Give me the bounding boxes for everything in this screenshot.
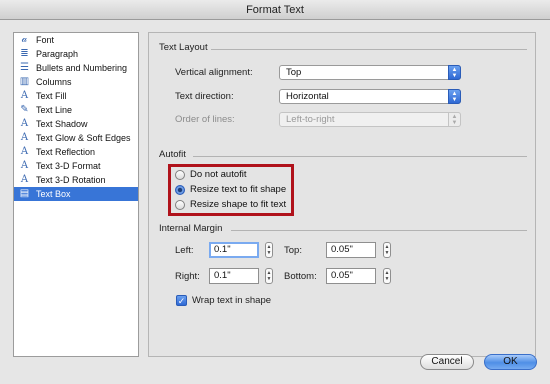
order-of-lines-value: Left-to-right xyxy=(286,114,335,125)
radio-label: Resize text to fit shape xyxy=(190,184,287,195)
divider xyxy=(193,156,527,157)
sidebar-item-label: Text 3-D Rotation xyxy=(36,175,106,185)
font-icon: 𝒶 xyxy=(21,34,28,45)
bullets-icon: ☰ xyxy=(20,62,29,73)
right-margin-input[interactable]: 0.1" xyxy=(209,268,259,284)
sidebar-item-label: Text Glow & Soft Edges xyxy=(36,133,131,143)
sidebar-item-label: Text Shadow xyxy=(36,119,88,129)
text-box-icon: ▤ xyxy=(19,188,30,199)
sidebar-item-bullets-and-numbering[interactable]: ☰ Bullets and Numbering xyxy=(14,61,138,75)
autofit-title: Autofit xyxy=(159,149,186,160)
sidebar-item-text-line[interactable]: ✎ Text Line xyxy=(14,103,138,117)
text-box-panel: Text Layout Vertical alignment: Top ▲ ▼ T… xyxy=(148,32,536,357)
left-margin-label: Left: xyxy=(175,245,194,256)
sidebar-item-label: Bullets and Numbering xyxy=(36,63,128,73)
autofit-option-resize-shape[interactable]: Resize shape to fit text xyxy=(175,198,290,212)
top-margin-stepper[interactable]: ▲ ▼ xyxy=(383,242,391,258)
radio-button[interactable] xyxy=(175,200,185,210)
window-title: Format Text xyxy=(246,4,304,16)
category-list[interactable]: 𝒶 Font ≣ Paragraph ☰ Bullets and Numbering ▥ Co… xyxy=(13,32,139,357)
sidebar-item-label: Text Line xyxy=(36,105,73,115)
top-margin-input[interactable]: 0.05" xyxy=(326,242,376,258)
columns-icon: ▥ xyxy=(19,76,30,87)
sidebar-item-label: Text 3-D Format xyxy=(36,161,101,171)
text-reflection-icon: A xyxy=(20,146,29,157)
text-direction-popup[interactable]: Horizontal ▲ ▼ xyxy=(279,89,461,104)
right-margin-value: 0.1" xyxy=(214,270,231,281)
bottom-margin-value: 0.05" xyxy=(331,270,353,281)
sidebar-item-label: Paragraph xyxy=(36,49,79,59)
cancel-button-label: Cancel xyxy=(431,356,463,367)
top-margin-value: 0.05" xyxy=(331,244,353,255)
sidebar-item-text-3-d-rotation[interactable]: A Text 3-D Rotation xyxy=(14,173,138,187)
sidebar-item-label: Text Reflection xyxy=(36,147,96,157)
bottom-margin-stepper[interactable]: ▲ ▼ xyxy=(383,268,391,284)
vertical-alignment-label: Vertical alignment: xyxy=(175,67,253,78)
sidebar-item-text-glow-soft-edges[interactable]: A Text Glow & Soft Edges xyxy=(14,131,138,145)
right-margin-stepper[interactable]: ▲ ▼ xyxy=(265,268,273,284)
internal-margin-title: Internal Margin xyxy=(159,223,223,234)
order-of-lines-popup: Left-to-right ▲ ▼ xyxy=(279,112,461,127)
sidebar-item-label: Text Fill xyxy=(36,91,67,101)
text-direction-label: Text direction: xyxy=(175,91,234,102)
window-title-bar: Format Text xyxy=(0,0,550,20)
bottom-margin-label: Bottom: xyxy=(284,271,317,282)
divider xyxy=(211,49,527,50)
vertical-alignment-popup[interactable]: Top ▲ ▼ xyxy=(279,65,461,80)
radio-label: Do not autofit xyxy=(190,169,247,180)
left-margin-value: 0.1" xyxy=(214,244,231,255)
radio-label: Resize shape to fit text xyxy=(190,199,287,210)
autofit-option-resize-text[interactable]: Resize text to fit shape xyxy=(175,183,290,197)
sidebar-item-text-fill[interactable]: A Text Fill xyxy=(14,89,138,103)
text-layout-title: Text Layout xyxy=(159,42,208,53)
radio-button[interactable] xyxy=(175,170,185,180)
sidebar-item-label: Text Box xyxy=(36,189,71,199)
left-margin-stepper[interactable]: ▲ ▼ xyxy=(265,242,273,258)
popup-arrows-icon: ▲ ▼ xyxy=(448,65,461,80)
cancel-button[interactable]: Cancel xyxy=(420,354,474,370)
left-margin-input[interactable]: 0.1" xyxy=(209,242,259,258)
sidebar-item-label: Columns xyxy=(36,77,72,87)
text-3d-format-icon: A xyxy=(20,160,29,171)
text-shadow-icon: A xyxy=(20,118,29,129)
sidebar-item-label: Font xyxy=(36,35,55,45)
sidebar-item-text-3-d-format[interactable]: A Text 3-D Format xyxy=(14,159,138,173)
text-glow-icon: A xyxy=(20,132,29,143)
popup-arrows-icon: ▲ ▼ xyxy=(448,112,461,127)
bottom-margin-input[interactable]: 0.05" xyxy=(326,268,376,284)
dialog-body: 𝒶 Font ≣ Paragraph ☰ Bullets and Numbering ▥ Co… xyxy=(0,20,550,384)
text-3d-rotation-icon: A xyxy=(20,174,29,185)
text-direction-value: Horizontal xyxy=(286,91,329,102)
sidebar-item-text-box[interactable]: ▤ Text Box xyxy=(14,187,138,201)
sidebar-item-columns[interactable]: ▥ Columns xyxy=(14,75,138,89)
right-margin-label: Right: xyxy=(175,271,200,282)
ok-button[interactable]: OK xyxy=(484,354,537,370)
top-margin-label: Top: xyxy=(284,245,302,256)
order-of-lines-label: Order of lines: xyxy=(175,114,235,125)
text-fill-icon: A xyxy=(20,90,29,101)
popup-arrows-icon: ▲ ▼ xyxy=(448,89,461,104)
ok-button-label: OK xyxy=(503,356,518,367)
text-line-icon: ✎ xyxy=(20,104,29,115)
paragraph-icon: ≣ xyxy=(20,48,29,59)
vertical-alignment-value: Top xyxy=(286,67,302,78)
sidebar-item-font[interactable]: 𝒶 Font xyxy=(14,33,138,47)
sidebar-item-text-shadow[interactable]: A Text Shadow xyxy=(14,117,138,131)
radio-button-selected[interactable] xyxy=(175,185,185,195)
autofit-option-do-not-autofit[interactable]: Do not autofit xyxy=(175,168,285,182)
wrap-text-checkbox[interactable]: ✓ xyxy=(176,295,187,306)
wrap-text-label: Wrap text in shape xyxy=(192,295,272,306)
divider xyxy=(231,230,527,231)
sidebar-item-text-reflection[interactable]: A Text Reflection xyxy=(14,145,138,159)
sidebar-item-paragraph[interactable]: ≣ Paragraph xyxy=(14,47,138,61)
